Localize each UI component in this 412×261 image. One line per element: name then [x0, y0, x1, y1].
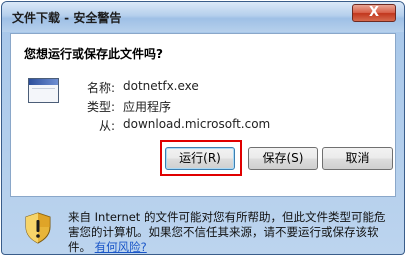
question-heading: 您想运行或保存此文件吗?: [24, 47, 163, 61]
icon-title-bar: [29, 79, 58, 85]
title-bar[interactable]: 文件下载 - 安全警告 X: [2, 2, 404, 32]
application-window-icon: [28, 78, 59, 103]
close-button[interactable]: X: [352, 4, 396, 22]
cancel-button[interactable]: 取消: [322, 147, 393, 170]
type-label: 类型:: [86, 100, 115, 114]
name-label: 名称:: [86, 81, 115, 95]
security-shield-icon: [25, 212, 51, 244]
security-warning-dialog: 文件下载 - 安全警告 X 您想运行或保存此文件吗? 名称: dotnetfx.…: [1, 1, 405, 255]
run-button[interactable]: 运行(R): [165, 147, 235, 170]
close-icon: X: [368, 5, 380, 20]
type-value: 应用程序: [123, 100, 172, 114]
save-button[interactable]: 保存(S): [248, 147, 318, 170]
icon-body: [32, 88, 55, 101]
warning-text-block: 来自 Internet 的文件可能对您有所帮助，但此文件类型可能危害您的计算机。…: [68, 210, 390, 254]
source-value: download.microsoft.com: [123, 117, 271, 131]
dialog-content: 您想运行或保存此文件吗? 名称: dotnetfx.exe 类型: 应用程序 从…: [10, 33, 396, 197]
what-is-the-risk-link[interactable]: 有何风险?: [95, 240, 147, 254]
source-label: 从:: [98, 119, 115, 133]
name-value: dotnetfx.exe: [123, 79, 199, 93]
warning-area: 来自 Internet 的文件可能对您有所帮助，但此文件类型可能危害您的计算机。…: [2, 200, 404, 254]
window-title: 文件下载 - 安全警告: [12, 11, 122, 25]
